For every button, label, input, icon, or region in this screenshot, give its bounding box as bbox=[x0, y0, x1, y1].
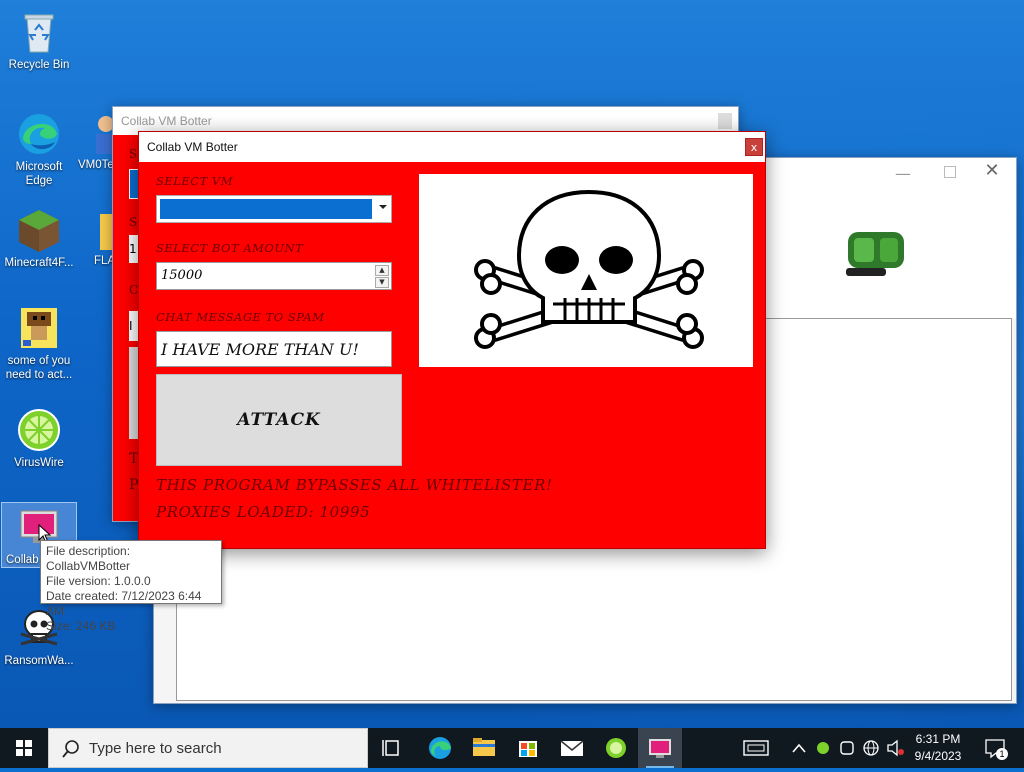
proxies-loaded-text: PROXIES LOADED: 10995 bbox=[156, 503, 371, 521]
vm-selected-value bbox=[160, 199, 372, 219]
windows-logo-icon bbox=[16, 740, 32, 756]
search-icon bbox=[62, 740, 79, 758]
desktop-icon-shortcut[interactable]: some of you need to act... bbox=[1, 304, 77, 382]
back-label: S bbox=[129, 147, 138, 161]
stepper-up-icon[interactable]: ▲ bbox=[375, 265, 389, 276]
taskbar-store[interactable] bbox=[506, 728, 550, 768]
back-status: P bbox=[129, 477, 139, 493]
notifications-button[interactable]: 1 bbox=[982, 728, 1008, 768]
edge-icon bbox=[15, 110, 63, 158]
desktop-icon-label: some of you need to act... bbox=[5, 355, 73, 381]
close-icon[interactable]: ✕ bbox=[982, 160, 1002, 181]
desktop-icon-edge[interactable]: Microsoft Edge bbox=[1, 110, 77, 188]
recycle-bin-icon bbox=[15, 8, 63, 56]
skull-crossbones-icon bbox=[474, 189, 704, 349]
select-vm-label: SELECT VM bbox=[156, 174, 234, 188]
network-globe-icon bbox=[863, 740, 879, 756]
tray-viruswire[interactable] bbox=[812, 728, 834, 768]
maximize-icon[interactable] bbox=[944, 166, 956, 178]
search-placeholder: Type here to search bbox=[89, 740, 222, 757]
desktop-icon-viruswire[interactable]: VirusWire bbox=[1, 406, 77, 470]
back-status: T bbox=[129, 451, 139, 467]
taskbar-file-explorer[interactable] bbox=[462, 728, 506, 768]
desktop-icon-label: RansomWa... bbox=[4, 655, 74, 667]
clock-time: 6:31 PM bbox=[915, 732, 961, 746]
lime-icon bbox=[606, 738, 626, 758]
taskbar-clock[interactable]: 6:31 PM 9/4/2023 bbox=[900, 731, 976, 765]
chat-message-input[interactable]: I HAVE MORE THAN U! bbox=[156, 331, 392, 367]
lime-icon bbox=[817, 742, 829, 754]
window-titlebar[interactable]: Collab VM Botter x bbox=[139, 132, 765, 162]
taskbar: Type here to search 6:31 PM 9/4/2023 1 bbox=[0, 728, 1024, 768]
bot-amount-value[interactable]: 15000 bbox=[161, 268, 202, 283]
back-label: S bbox=[129, 215, 138, 229]
taskbar-mail[interactable] bbox=[550, 728, 594, 768]
taskbar-search-box[interactable]: Type here to search bbox=[48, 728, 368, 768]
pixel-character-icon bbox=[15, 304, 63, 352]
bypass-status-text: THIS PROGRAM BYPASSES ALL WHITELISTER! bbox=[156, 476, 553, 494]
back-window-close-button[interactable] bbox=[718, 113, 732, 129]
bot-amount-label: SELECT BOT AMOUNT bbox=[156, 241, 304, 255]
3d-logo-icon bbox=[844, 224, 910, 286]
attack-button[interactable]: ATTACK bbox=[156, 374, 402, 466]
close-button[interactable]: x bbox=[745, 138, 763, 156]
clock-date: 9/4/2023 bbox=[914, 749, 962, 763]
tooltip-size: Size: 246 KB bbox=[46, 619, 116, 633]
taskbar-edge[interactable] bbox=[418, 728, 462, 768]
edge-icon bbox=[429, 737, 451, 759]
taskbar-collab-vm-botter[interactable] bbox=[638, 728, 682, 768]
stepper-down-icon[interactable]: ▼ bbox=[375, 277, 389, 288]
vm-select-dropdown[interactable] bbox=[156, 195, 392, 223]
device-icon bbox=[840, 741, 854, 755]
keyboard-icon bbox=[743, 740, 769, 756]
bot-amount-stepper[interactable]: 15000 ▲ ▼ bbox=[156, 262, 392, 290]
minecraft-icon bbox=[15, 206, 63, 254]
window-title: Collab VM Botter bbox=[147, 140, 238, 154]
task-view-icon bbox=[382, 740, 399, 756]
start-button[interactable] bbox=[0, 728, 48, 768]
tooltip-date: Date created: 7/12/2023 6:44 AM bbox=[46, 589, 202, 618]
file-info-tooltip: File description: CollabVMBotter File ve… bbox=[40, 540, 222, 633]
tray-device[interactable] bbox=[836, 728, 858, 768]
back-label: C bbox=[129, 283, 139, 297]
mail-icon bbox=[560, 740, 584, 756]
tray-keyboard[interactable] bbox=[736, 728, 776, 768]
store-icon bbox=[519, 741, 537, 757]
user-icon bbox=[78, 110, 116, 158]
taskbar-viruswire[interactable] bbox=[594, 728, 638, 768]
collab-app-icon bbox=[649, 739, 671, 758]
folder-icon bbox=[473, 738, 495, 756]
lime-icon bbox=[15, 406, 63, 454]
tray-network[interactable] bbox=[860, 728, 882, 768]
desktop-icon-minecraft[interactable]: Minecraft4F... bbox=[1, 206, 77, 270]
show-hidden-icons-button[interactable] bbox=[790, 728, 808, 768]
chat-message-value[interactable]: I HAVE MORE THAN U! bbox=[161, 340, 359, 359]
tooltip-description: File description: CollabVMBotter bbox=[46, 544, 131, 573]
notification-count-badge: 1 bbox=[996, 748, 1008, 760]
desktop-icon-label: Minecraft4F... bbox=[4, 257, 74, 269]
desktop-icon-label: Microsoft Edge bbox=[15, 161, 63, 187]
chat-message-label: CHAT MESSAGE TO SPAM bbox=[156, 310, 325, 324]
desktop-icon-label: VirusWire bbox=[14, 457, 64, 469]
minimize-icon[interactable]: — bbox=[894, 164, 912, 183]
chevron-up-icon bbox=[792, 743, 806, 753]
skull-image bbox=[419, 174, 753, 367]
desktop-icon-label: Recycle Bin bbox=[8, 59, 70, 71]
collab-vm-botter-window[interactable]: Collab VM Botter x SELECT VM SELECT BOT … bbox=[138, 131, 766, 549]
tooltip-version: File version: 1.0.0.0 bbox=[46, 574, 151, 588]
chevron-down-icon[interactable] bbox=[379, 205, 387, 209]
desktop-icon-recycle-bin[interactable]: Recycle Bin bbox=[1, 8, 77, 72]
task-view-button[interactable] bbox=[370, 728, 414, 768]
